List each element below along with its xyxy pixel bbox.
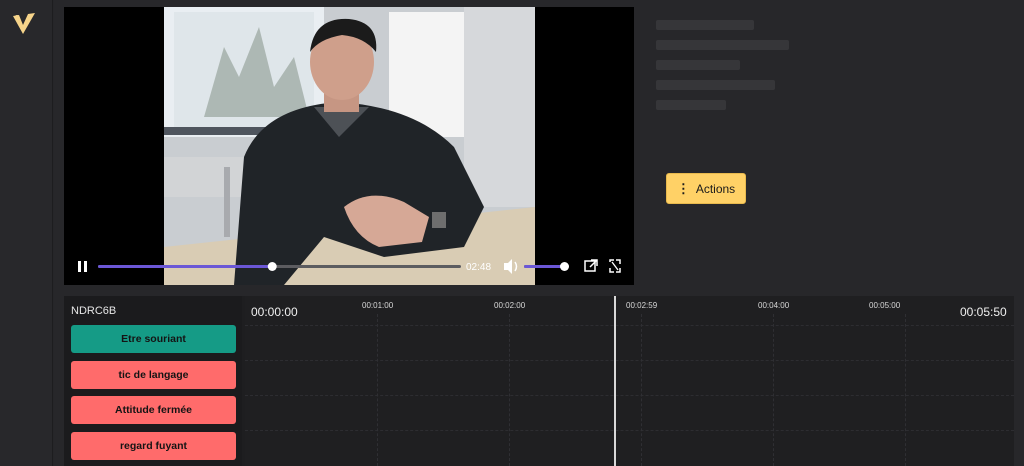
- player-controls: [64, 249, 634, 285]
- app-logo-icon[interactable]: [10, 10, 38, 38]
- timeline-panel: NDRC6B Etre souriant tic de langage Atti…: [64, 296, 1014, 466]
- fullscreen-icon[interactable]: [609, 259, 621, 273]
- tag-button[interactable]: Etre souriant: [71, 325, 236, 353]
- app-root: 02:48 ⋮ Actions NDRC6B Etre souriant tic…: [0, 0, 1024, 466]
- grid-row: [245, 395, 1014, 396]
- grid-row: [245, 430, 1014, 431]
- tick-label: 00:01:00: [362, 301, 394, 310]
- timeline-start-time: 00:00:00: [251, 305, 298, 319]
- tag-button[interactable]: regard fuyant: [71, 432, 236, 460]
- video-frame[interactable]: [164, 7, 535, 285]
- timeline-end-time: 00:05:50: [960, 305, 1007, 319]
- tag-label: regard fuyant: [119, 440, 188, 452]
- volume-handle[interactable]: [560, 262, 569, 271]
- tag-label: tic de langage: [118, 369, 189, 381]
- grid-column: [509, 314, 510, 466]
- timeline-track[interactable]: 00:00:00 00:01:00 00:02:00 00:02:59 00:0…: [245, 296, 1014, 466]
- main-content: 02:48 ⋮ Actions NDRC6B Etre souriant tic…: [54, 0, 1024, 466]
- tick-label: 00:04:00: [758, 301, 790, 310]
- pause-icon[interactable]: [78, 261, 87, 272]
- tag-label: Attitude fermée: [114, 404, 192, 416]
- grid-column: [641, 314, 642, 466]
- grid-column: [773, 314, 774, 466]
- current-time: 02:48: [466, 262, 492, 273]
- session-code: NDRC6B: [71, 305, 117, 317]
- info-panel-placeholder: [656, 20, 796, 150]
- tag-button[interactable]: tic de langage: [71, 361, 236, 389]
- actions-button[interactable]: ⋮ Actions: [666, 173, 746, 204]
- external-link-icon[interactable]: [584, 259, 598, 272]
- tick-label: 00:02:00: [494, 301, 526, 310]
- progress-fill: [98, 265, 273, 268]
- sidebar: [0, 0, 53, 466]
- actions-label: Actions: [695, 181, 736, 196]
- playhead[interactable]: [614, 296, 616, 466]
- tick-label: 00:05:00: [869, 301, 901, 310]
- more-vertical-icon: ⋮: [676, 180, 690, 196]
- grid-column: [905, 314, 906, 466]
- video-player[interactable]: 02:48: [64, 7, 634, 285]
- tag-button[interactable]: Attitude fermée: [71, 396, 236, 424]
- tag-list: NDRC6B Etre souriant tic de langage Atti…: [64, 296, 242, 466]
- grid-row: [245, 325, 1014, 326]
- grid-row: [245, 360, 1014, 361]
- tag-label: Etre souriant: [121, 333, 186, 345]
- grid-column: [377, 314, 378, 466]
- tick-label: 00:02:59: [626, 301, 658, 310]
- volume-fill: [524, 265, 565, 268]
- progress-handle[interactable]: [267, 262, 277, 271]
- volume-icon[interactable]: [504, 259, 518, 274]
